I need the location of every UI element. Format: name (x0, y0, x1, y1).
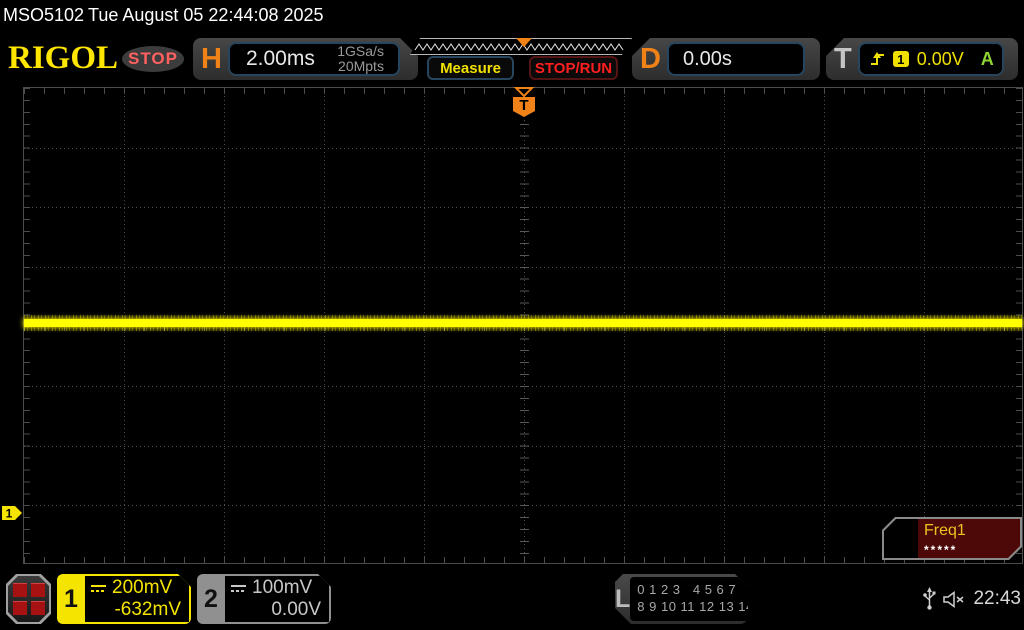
trigger-label: T (826, 43, 858, 76)
red-square (13, 583, 27, 597)
grid-ticks-bottom (24, 557, 1022, 563)
dc-coupling-icon (90, 583, 107, 594)
menu-grid-button[interactable] (6, 574, 51, 624)
channel2-scale: 100mV (252, 577, 312, 599)
channel2-offset: 0.00V (230, 599, 321, 621)
measurement-panel-freq1[interactable]: Freq1 ***** (882, 517, 1022, 560)
measure-button[interactable]: Measure (427, 56, 514, 80)
status-tray: 22:43 (920, 574, 1024, 624)
horizontal-label: H (193, 43, 228, 76)
top-status-bar: MSO5102 Tue August 05 22:44:08 2025 (0, 0, 1024, 30)
trigger-box[interactable]: 1 0.00V A (858, 42, 1004, 76)
timebase-box[interactable]: 2.00ms 1GSa/s 20Mpts (228, 42, 400, 76)
red-square (13, 601, 27, 615)
acquisition-info: 1GSa/s 20Mpts (337, 44, 398, 73)
delay-box[interactable]: 0.00s (667, 42, 805, 76)
run-state-badge: STOP (122, 46, 184, 72)
graticule[interactable]: T (23, 87, 1023, 564)
red-square (31, 583, 45, 597)
delay-label: D (632, 43, 667, 76)
channel1-marker-label: 1 (6, 507, 13, 521)
channel1-number: 1 (57, 574, 85, 624)
delay-widget[interactable]: D 0.00s (632, 38, 820, 80)
trigger-position-marker[interactable]: T (512, 86, 536, 118)
memory-depth: 20Mpts (337, 59, 384, 74)
rigol-logo: RIGOL (8, 40, 118, 77)
measure-button-label: Measure (440, 60, 501, 77)
delay-value: 0.00s (669, 48, 732, 71)
logic-row1: 0 1 2 3 4 5 6 7 (637, 582, 773, 599)
rising-edge-icon (870, 51, 885, 67)
logic-label: L (615, 574, 630, 624)
datetime-text: Tue August 05 22:44:08 2025 (88, 5, 324, 26)
trigger-source-badge: 1 (893, 51, 909, 67)
measurement-title: Freq1 (924, 522, 966, 540)
model-name: MSO5102 (3, 5, 84, 26)
channel1-trace (24, 319, 1022, 327)
trigger-widget[interactable]: T 1 0.00V A (826, 38, 1018, 80)
logic-channels-box[interactable]: L 0 1 2 3 4 5 6 7 8 9 10 11 12 13 14 15 (615, 574, 748, 624)
channel1-offset-marker[interactable]: 1 (2, 506, 23, 521)
trigger-level-value: 0.00V (917, 49, 964, 70)
channel2-number: 2 (197, 574, 225, 624)
stop-run-button[interactable]: STOP/RUN (529, 56, 618, 80)
logic-row2: 8 9 10 11 12 13 14 15 (637, 599, 773, 616)
measurement-value: ***** (924, 543, 957, 557)
run-state-label: STOP (128, 49, 178, 69)
dc-coupling-icon (230, 583, 247, 594)
channel1-scale: 200mV (112, 577, 172, 599)
channel1-box[interactable]: 1 200mV -632mV (57, 574, 191, 624)
preview-trigger-position-icon[interactable] (516, 38, 532, 47)
clock: 22:43 (973, 588, 1021, 610)
horizontal-timebase-widget[interactable]: H 2.00ms 1GSa/s 20Mpts (193, 38, 418, 80)
menu-grid-icon (8, 576, 49, 622)
stop-run-button-label: STOP/RUN (535, 60, 612, 77)
trigger-mode-auto: A (981, 49, 994, 70)
sound-muted-icon[interactable] (943, 591, 966, 608)
measurement-panel-body: Freq1 ***** (884, 519, 1020, 558)
channel1-offset: -632mV (90, 599, 181, 621)
channel2-box[interactable]: 2 100mV 0.00V (197, 574, 331, 624)
usb-icon[interactable] (923, 587, 936, 611)
red-square (31, 601, 45, 615)
sample-rate: 1GSa/s (337, 44, 384, 59)
trigger-marker-label: T (519, 97, 528, 114)
logic-channel-list: 0 1 2 3 4 5 6 7 8 9 10 11 12 13 14 15 (630, 577, 773, 621)
timebase-value: 2.00ms (230, 47, 315, 71)
